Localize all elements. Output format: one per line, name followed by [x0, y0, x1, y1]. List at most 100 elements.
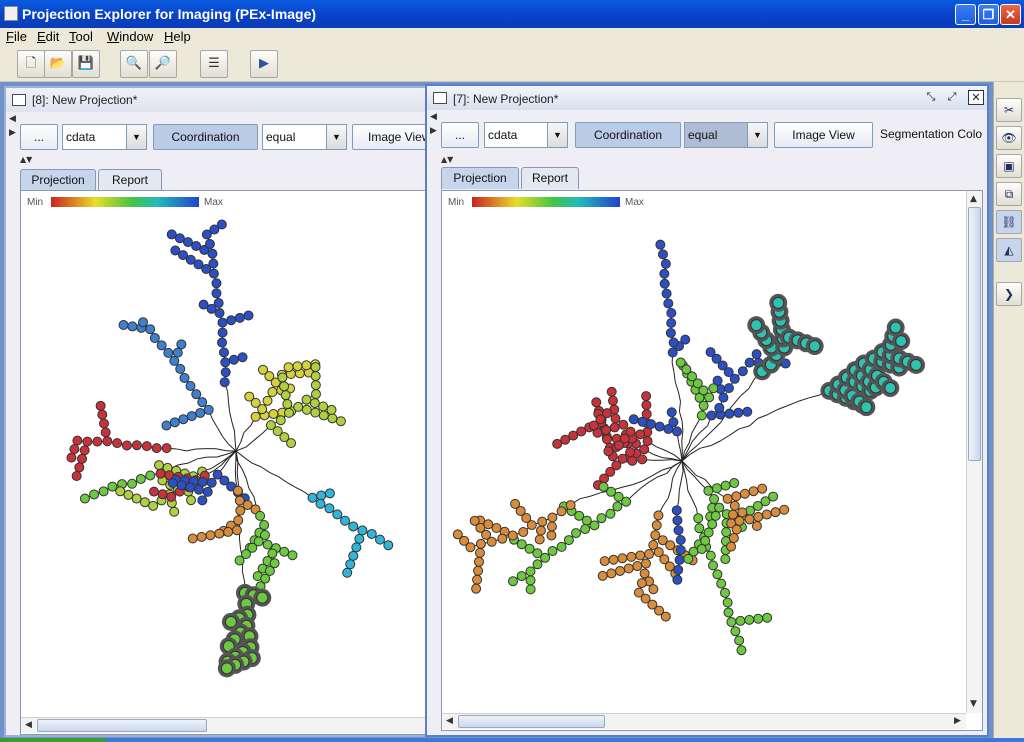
- instance-point[interactable]: [318, 401, 329, 412]
- instance-point[interactable]: [244, 391, 255, 402]
- instance-point[interactable]: [605, 508, 616, 519]
- instance-point[interactable]: [472, 574, 483, 585]
- zoom-out-button[interactable]: 🔎: [149, 50, 177, 78]
- instance-point[interactable]: [518, 527, 529, 538]
- instance-point[interactable]: [648, 584, 659, 595]
- instance-point[interactable]: [474, 547, 485, 558]
- instance-point[interactable]: [534, 534, 545, 545]
- instance-point[interactable]: [556, 506, 567, 517]
- instance-point[interactable]: [258, 364, 269, 375]
- instance-point[interactable]: [641, 391, 652, 402]
- instance-point[interactable]: [198, 299, 209, 310]
- instance-point[interactable]: [636, 578, 647, 589]
- instance-point[interactable]: [255, 510, 266, 521]
- instance-point[interactable]: [310, 362, 321, 373]
- instance-point[interactable]: [178, 414, 189, 425]
- instance-point[interactable]: [475, 538, 486, 549]
- instance-point[interactable]: [601, 434, 612, 445]
- instance-point[interactable]: [653, 510, 664, 521]
- instance-point[interactable]: [508, 576, 519, 587]
- instance-point[interactable]: [722, 597, 733, 608]
- instance-point[interactable]: [166, 491, 177, 502]
- instance-point[interactable]: [608, 554, 619, 565]
- instance-point[interactable]: [145, 470, 156, 481]
- instance-point[interactable]: [712, 569, 723, 580]
- instance-point[interactable]: [700, 535, 711, 546]
- instance-point[interactable]: [279, 546, 290, 557]
- instance-point[interactable]: [651, 520, 662, 531]
- scroll-right-icon[interactable]: ▶: [954, 716, 961, 726]
- instance-point[interactable]: [277, 372, 288, 383]
- open-button[interactable]: 📂: [44, 50, 72, 78]
- instance-point[interactable]: [694, 523, 705, 534]
- instance-point[interactable]: [674, 554, 685, 565]
- instance-point[interactable]: [112, 438, 123, 449]
- instance-point[interactable]: [186, 495, 197, 506]
- instance-point[interactable]: [705, 347, 716, 358]
- instance-point[interactable]: [657, 249, 668, 260]
- instance-point[interactable]: [744, 357, 755, 368]
- instance-point[interactable]: [226, 315, 237, 326]
- cut-button[interactable]: ✂: [996, 98, 1022, 122]
- instance-point[interactable]: [213, 298, 224, 309]
- instance-point[interactable]: [374, 534, 385, 545]
- scroll-thumb[interactable]: [37, 719, 207, 732]
- instance-point[interactable]: [326, 404, 337, 415]
- instance-point[interactable]: [92, 436, 103, 447]
- instance-point[interactable]: [216, 219, 227, 230]
- instance-point[interactable]: [469, 515, 480, 526]
- coordination-button[interactable]: Coordination: [575, 122, 681, 148]
- instance-point[interactable]: [348, 521, 359, 532]
- menu-help[interactable]: Help: [164, 29, 191, 44]
- instance-point[interactable]: [155, 468, 166, 479]
- instance-point[interactable]: [860, 401, 873, 414]
- instance-point[interactable]: [287, 550, 298, 561]
- instance-point[interactable]: [148, 500, 159, 511]
- instance-point[interactable]: [675, 545, 686, 556]
- instance-point[interactable]: [149, 486, 160, 497]
- instance-point[interactable]: [172, 347, 183, 358]
- instance-point[interactable]: [74, 462, 85, 473]
- instance-point[interactable]: [82, 436, 93, 447]
- instance-point[interactable]: [735, 615, 746, 626]
- projection-canvas[interactable]: Min Max ◀: [20, 190, 426, 735]
- instance-point[interactable]: [267, 386, 278, 397]
- instance-point[interactable]: [167, 478, 178, 489]
- instance-point[interactable]: [580, 524, 591, 535]
- instance-point[interactable]: [722, 493, 733, 504]
- instance-point[interactable]: [234, 555, 245, 566]
- instance-point[interactable]: [744, 614, 755, 625]
- instance-point[interactable]: [69, 444, 80, 455]
- instance-point[interactable]: [220, 367, 231, 378]
- projection-frame-7[interactable]: [7]: New Projection* ⤡ ⤢ ✕ ◀ ▶ ... cdata…: [425, 84, 989, 737]
- instance-point[interactable]: [637, 416, 648, 427]
- coordination-type-combo[interactable]: equal ▼: [684, 122, 768, 148]
- instance-point[interactable]: [703, 485, 714, 496]
- instance-point[interactable]: [709, 494, 720, 505]
- instance-point[interactable]: [696, 410, 707, 421]
- instance-point[interactable]: [232, 485, 243, 496]
- scalar-combo[interactable]: cdata ▼: [484, 122, 568, 148]
- instance-point[interactable]: [197, 495, 208, 506]
- instance-point[interactable]: [156, 340, 167, 351]
- chevron-down-icon[interactable]: ▼: [326, 125, 346, 149]
- instance-point[interactable]: [163, 347, 174, 358]
- instance-point[interactable]: [218, 347, 229, 358]
- instance-point[interactable]: [185, 380, 196, 391]
- instance-point[interactable]: [141, 441, 152, 452]
- instance-point[interactable]: [753, 511, 764, 522]
- copy-button[interactable]: ⧉: [996, 182, 1022, 206]
- instance-point[interactable]: [205, 530, 216, 541]
- instance-point[interactable]: [535, 525, 546, 536]
- instance-point[interactable]: [707, 519, 718, 530]
- instance-point[interactable]: [169, 417, 180, 428]
- instance-point[interactable]: [161, 420, 172, 431]
- projection-canvas[interactable]: Min Max ▲ ▼ ◀ ▶: [441, 190, 983, 731]
- collapse-left-icon[interactable]: ◀: [430, 112, 437, 122]
- instance-point[interactable]: [714, 402, 725, 413]
- image-view-button[interactable]: Image View: [774, 122, 873, 148]
- instance-point[interactable]: [723, 607, 734, 618]
- instance-point[interactable]: [203, 404, 214, 415]
- instance-point[interactable]: [102, 436, 113, 447]
- instance-point[interactable]: [730, 626, 741, 637]
